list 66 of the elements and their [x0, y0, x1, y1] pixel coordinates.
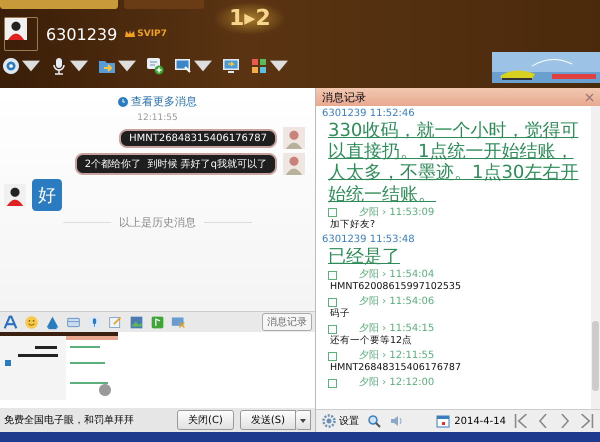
first-page-icon[interactable] — [514, 414, 528, 428]
avatar[interactable] — [4, 184, 26, 206]
scrollbar[interactable] — [591, 106, 600, 409]
voice-icon[interactable] — [87, 314, 102, 330]
crown-icon — [125, 29, 136, 39]
more-messages-link[interactable]: 查看更多消息 — [118, 94, 197, 109]
message-header: 夕阳 › 12:11:55 — [359, 350, 434, 362]
message-header: 6301239 11:52:46 — [322, 108, 416, 120]
send-options-button[interactable] — [296, 410, 311, 430]
rank-badge: 1▸2 — [215, 2, 285, 35]
link-text[interactable]: 查看更多消息 — [131, 94, 197, 109]
user-id: 6301239 — [46, 24, 118, 44]
avatar[interactable] — [5, 18, 27, 40]
history-divider-text: 以上是历史消息 — [119, 215, 196, 230]
message-bubble: 好 — [32, 179, 62, 211]
checkbox[interactable] — [328, 298, 337, 307]
last-page-icon[interactable] — [580, 414, 594, 428]
monitor-icon[interactable] — [222, 57, 240, 75]
vip-label: SVIP7 — [137, 29, 167, 39]
message-header: 夕阳 › 11:53:09 — [359, 206, 434, 219]
music-icon[interactable] — [150, 314, 165, 330]
smiley-icon[interactable] — [24, 314, 39, 330]
chat-add-icon[interactable] — [146, 57, 164, 75]
triangle-icon[interactable] — [45, 314, 60, 330]
settings-icon[interactable] — [322, 414, 336, 428]
speaker-icon[interactable] — [389, 414, 403, 428]
message-text: HMNT62008615997102535 — [329, 281, 462, 294]
message-header: 夕阳 › 11:54:15 — [359, 323, 434, 335]
caret-icon — [300, 418, 306, 422]
pencil-note-icon[interactable] — [108, 314, 123, 330]
close-button[interactable]: 关闭(C) — [177, 410, 234, 430]
message-text: HMNT26848315406176787 — [329, 362, 462, 376]
checkbox[interactable] — [328, 324, 337, 334]
clock-icon — [118, 96, 128, 106]
message-text: 已经是了 — [327, 246, 401, 268]
message-text: 码子 — [329, 308, 351, 322]
message-text: 加下好友? — [329, 218, 376, 232]
checkbox[interactable] — [328, 378, 337, 388]
message-text: 还有一个要等12点 — [329, 335, 414, 348]
apps-grid-icon[interactable] — [250, 57, 268, 75]
checkbox[interactable] — [328, 208, 337, 218]
search-icon[interactable] — [367, 414, 381, 428]
message-history-button[interactable]: 消息记录 — [262, 313, 312, 331]
webcam-icon[interactable] — [2, 57, 20, 75]
message-text: 330收码，就一个小时，觉得可以直接扔。1点统一开始结账，人太多，不墨迹。1点30左右开始统一结账。 — [327, 120, 580, 205]
settings-label[interactable]: 设置 — [339, 414, 359, 428]
message-bubble: HMNT26848315406176787 — [119, 128, 277, 148]
timestamp: 12:11:55 — [137, 113, 178, 123]
screenshot-icon[interactable] — [171, 314, 186, 330]
checkbox[interactable] — [328, 352, 337, 361]
message-header: 夕阳 › 12:12:00 — [359, 377, 434, 390]
send-button[interactable]: 发送(S) — [240, 410, 296, 430]
font-icon[interactable] — [3, 314, 18, 330]
screen-pointer-icon[interactable] — [174, 57, 192, 75]
message-header: 6301239 11:53:48 — [322, 234, 416, 246]
message-bubble: 2个都给你了 到时候 弄好了q我就可以了 — [74, 153, 277, 175]
message-header: 夕阳 › 11:54:04 — [359, 269, 434, 282]
close-icon[interactable] — [585, 92, 594, 102]
ad-link[interactable]: 免费全国电子眼，和罚单拜拜 — [4, 413, 172, 427]
date-label: 2014-4-14 — [454, 416, 506, 426]
panel-title: 消息记录 — [322, 90, 366, 104]
calendar-icon[interactable] — [436, 414, 450, 428]
image-icon[interactable] — [129, 314, 144, 330]
message-header: 夕阳 › 11:54:06 — [359, 296, 434, 308]
message-input[interactable] — [0, 332, 315, 408]
checkbox[interactable] — [328, 270, 337, 280]
